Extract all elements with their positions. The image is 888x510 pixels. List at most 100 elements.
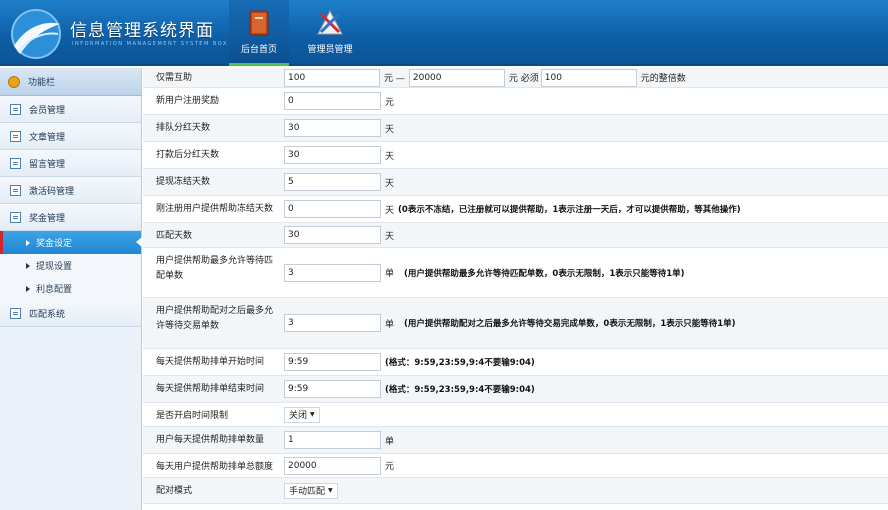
- field-value: 单 (用户提供帮助配对之后最多允许等待交易完成单数，0表示无限制，1表示只能等待…: [280, 298, 888, 348]
- tab-home[interactable]: 后台首页: [229, 0, 289, 66]
- match-days-input[interactable]: [284, 226, 381, 244]
- end-time-input[interactable]: [284, 380, 381, 398]
- field-value: 手动匹配 ▼: [280, 478, 888, 503]
- help-max-input[interactable]: [408, 68, 505, 87]
- field-value: 天: [280, 142, 888, 168]
- daily-total-input[interactable]: [284, 456, 381, 475]
- form-row-max-waiting-match: 用户提供帮助最多允许等待匹配单数 单 (用户提供帮助最多允许等待匹配单数，0表示…: [143, 248, 888, 298]
- queue-days-input[interactable]: [284, 119, 381, 137]
- hint-text: (格式：9:59,23:59,9:4不要输9:04): [385, 358, 535, 368]
- hint-text: (用户提供帮助配对之后最多允许等待交易完成单数，0表示无限制，1表示只能等待1单…: [404, 319, 736, 329]
- form-row-start-time: 每天提供帮助排单开始时间 (格式：9:59,23:59,9:4不要输9:04): [143, 349, 888, 376]
- field-value: 单: [280, 427, 888, 453]
- sidebar-subitem-interest-config[interactable]: 利息配置: [0, 277, 141, 300]
- unit-text: 元的整倍数: [640, 74, 686, 84]
- sidebar-item-label: 奖金管理: [29, 213, 66, 224]
- sidebar-item-label: 激活码管理: [29, 186, 75, 197]
- unit-text: 天: [385, 231, 395, 242]
- unit-text: 元: [385, 97, 395, 108]
- tab-admin[interactable]: 管理员管理: [300, 0, 360, 66]
- sidebar-item-activation-codes[interactable]: 激活码管理: [0, 177, 141, 204]
- form-row-register-reward: 新用户注册奖励 元: [143, 88, 888, 115]
- register-reward-input[interactable]: [284, 92, 381, 110]
- unit-text: 单: [385, 269, 395, 279]
- hint-text: (用户提供帮助最多允许等待匹配单数，0表示无限制，1表示只能等待1单): [404, 268, 685, 279]
- edit-icon: [10, 130, 21, 142]
- function-icon: [8, 75, 20, 88]
- field-label: 用户每天提供帮助排单数量: [156, 435, 265, 445]
- form-row-new-user-freeze: 刚注册用户提供帮助冻结天数 天 (0表示不冻结，已注册就可以提供帮助，1表示注册…: [143, 196, 888, 223]
- form-row-help-range: 仅需互助 元 — 元 必须 元的整倍数: [143, 68, 888, 88]
- field-value: 天: [280, 115, 888, 141]
- max-waiting-trade-input[interactable]: [284, 314, 381, 332]
- app-subtitle: INFORMATION MANAGEMENT SYSTEM BOX: [72, 41, 228, 47]
- match-mode-select[interactable]: 手动匹配 ▼: [284, 482, 338, 499]
- sidebar-item-members[interactable]: 会员管理: [0, 96, 141, 123]
- field-value: 天: [280, 169, 888, 195]
- sidebar-item-articles[interactable]: 文章管理: [0, 123, 141, 150]
- settings-form: 仅需互助 元 — 元 必须 元的整倍数 新用户注册奖励 元 排队分红天数 天: [143, 68, 888, 510]
- field-label: 仅需互助: [156, 73, 193, 83]
- sidebar-item-matching[interactable]: 匹配系统: [0, 300, 141, 327]
- daily-count-input[interactable]: [284, 431, 381, 449]
- hint-text: (格式：9:59,23:59,9:4不要输9:04): [385, 385, 535, 395]
- field-label: 用户提供帮助最多允许等待匹配单数: [156, 256, 274, 281]
- form-row-daily-count: 用户每天提供帮助排单数量 单: [143, 427, 888, 454]
- field-label: 配对模式: [156, 486, 193, 496]
- field-label: 提现冻结天数: [156, 177, 211, 187]
- unit-text: 天: [385, 205, 395, 216]
- form-row-match-mode: 配对模式 手动匹配 ▼: [143, 478, 888, 504]
- form-row-match-days: 匹配天数 天: [143, 223, 888, 248]
- edit-icon: [10, 157, 21, 169]
- sidebar-item-label: 匹配系统: [29, 309, 66, 320]
- sidebar-item-messages[interactable]: 留言管理: [0, 150, 141, 177]
- field-value: 元: [280, 454, 888, 477]
- sidebar-subitem-withdraw-settings[interactable]: 提现设置: [0, 254, 141, 277]
- app-title: 信息管理系统界面: [70, 21, 214, 41]
- form-row-time-limit: 是否开启时间限制 关闭 ▼: [143, 403, 888, 427]
- field-value: 天 (0表示不冻结，已注册就可以提供帮助，1表示注册一天后，才可以提供帮助，等其…: [280, 196, 888, 222]
- logo-icon: [11, 9, 61, 59]
- payout-days-input[interactable]: [284, 146, 381, 164]
- field-value: 关闭 ▼: [280, 403, 888, 426]
- form-row-payout-days: 打款后分红天数 天: [143, 142, 888, 169]
- field-label: 用户提供帮助配对之后最多允许等待交易单数: [156, 306, 274, 331]
- withdraw-freeze-input[interactable]: [284, 173, 381, 191]
- sidebar-item-bonus[interactable]: 奖金管理: [0, 204, 141, 231]
- field-value: 单 (用户提供帮助最多允许等待匹配单数，0表示无限制，1表示只能等待1单): [280, 248, 888, 297]
- field-label: 排队分红天数: [156, 123, 211, 133]
- unit-text: 元 —: [384, 74, 405, 84]
- sidebar-item-label: 文章管理: [29, 132, 66, 143]
- sidebar-subitem-bonus-settings[interactable]: 奖金设定: [0, 231, 142, 254]
- sidebar: 功能栏 会员管理 文章管理 留言管理 激活码管理 奖金管理 奖金设定 提现设置: [0, 68, 142, 510]
- list-icon: [10, 307, 21, 319]
- list-icon: [10, 103, 21, 115]
- form-row-end-time: 每天提供帮助排单结束时间 (格式：9:59,23:59,9:4不要输9:04): [143, 376, 888, 403]
- time-limit-select[interactable]: 关闭 ▼: [284, 406, 320, 423]
- sidebar-subitem-label: 利息配置: [36, 285, 73, 295]
- max-waiting-match-input[interactable]: [284, 263, 381, 282]
- unit-text: 元: [385, 462, 395, 472]
- field-label: 每天用户提供帮助排单总额度: [156, 462, 274, 472]
- tab-home-label: 后台首页: [240, 45, 277, 55]
- help-multiple-input[interactable]: [540, 68, 637, 87]
- start-time-input[interactable]: [284, 353, 381, 371]
- unit-text: 天: [385, 151, 395, 162]
- unit-text: 单: [385, 436, 395, 447]
- triangle-right-icon: [26, 239, 30, 246]
- triangle-right-icon: [26, 262, 30, 269]
- field-label: 刚注册用户提供帮助冻结天数: [156, 204, 274, 214]
- field-value: 天: [280, 223, 888, 247]
- select-value: 手动匹配: [289, 487, 326, 497]
- new-user-freeze-input[interactable]: [284, 200, 381, 218]
- top-header: 信息管理系统界面 INFORMATION MANAGEMENT SYSTEM B…: [0, 0, 888, 66]
- app-root: 信息管理系统界面 INFORMATION MANAGEMENT SYSTEM B…: [0, 0, 888, 510]
- field-label: 新用户注册奖励: [156, 96, 220, 106]
- unit-text: 元 必须: [508, 74, 539, 84]
- sidebar-header: 功能栏: [0, 68, 141, 96]
- sidebar-item-label: 会员管理: [29, 105, 66, 116]
- help-min-input[interactable]: [284, 68, 380, 87]
- select-value: 关闭: [289, 411, 308, 421]
- field-label: 打款后分红天数: [156, 150, 220, 160]
- form-row-withdraw-freeze-days: 提现冻结天数 天: [143, 169, 888, 196]
